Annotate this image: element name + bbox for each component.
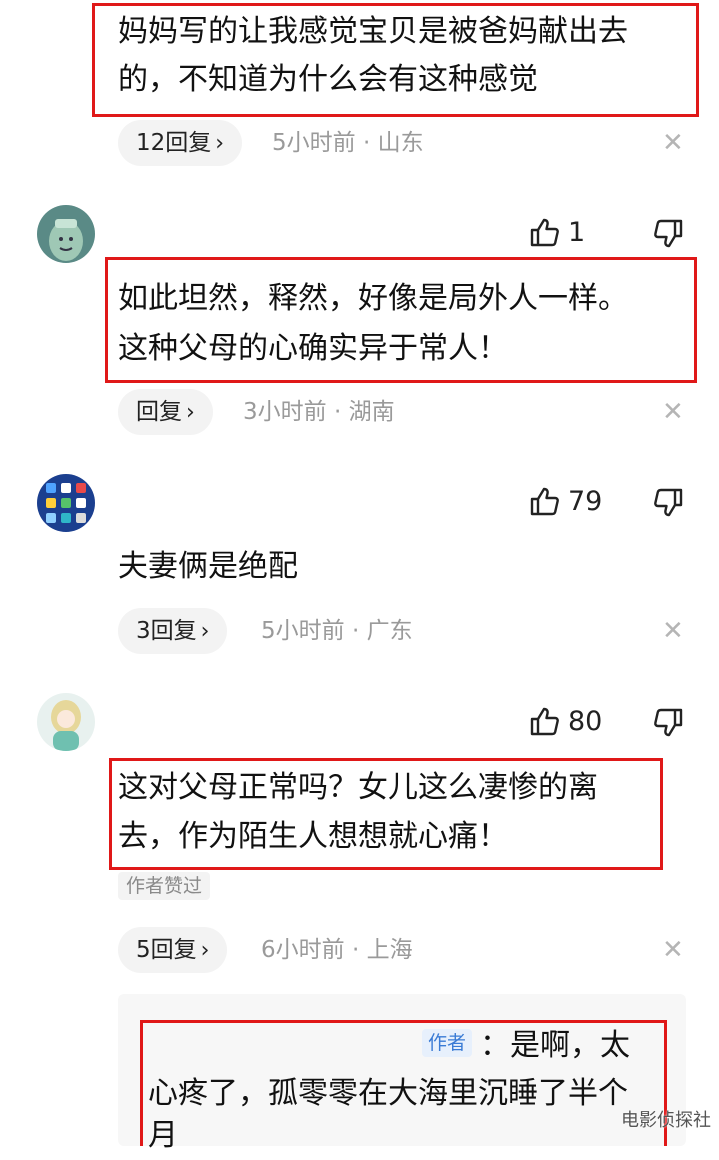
thumbs-up-icon bbox=[528, 485, 560, 517]
avatar[interactable] bbox=[37, 693, 95, 751]
comment-3-like-button[interactable]: 79 bbox=[528, 485, 602, 517]
comment-4-like-button[interactable]: 80 bbox=[528, 705, 602, 737]
comment-1-text-line-1: 妈妈写的让我感觉宝贝是被爸妈献出去 bbox=[118, 14, 628, 49]
reply-count-label: 回复 bbox=[136, 399, 182, 425]
close-icon[interactable]: ✕ bbox=[662, 120, 684, 166]
comment-4-meta: 6小时前 · 上海 bbox=[261, 937, 413, 963]
author-liked-badge: 作者赞过 bbox=[118, 872, 211, 900]
thumbs-up-icon bbox=[528, 705, 560, 737]
comment-1-reply-button[interactable]: 12回复 › bbox=[118, 120, 243, 166]
close-icon[interactable]: ✕ bbox=[662, 927, 684, 973]
author-reply-text-line-2: 月 bbox=[148, 1118, 178, 1153]
reply-count-label: 12回复 bbox=[136, 130, 212, 156]
reply-count-label: 5回复 bbox=[136, 937, 197, 963]
author-tag: 作者 bbox=[422, 1029, 473, 1057]
comment-3-reply-button[interactable]: 3回复 › bbox=[118, 608, 228, 654]
watermark: 电影侦探社 bbox=[621, 1110, 711, 1131]
author-reply-text-line-1: 心疼了，孤零零在大海里沉睡了半个 bbox=[148, 1076, 628, 1111]
thumbs-down-icon[interactable] bbox=[653, 218, 685, 250]
comment-3-text-line-1: 夫妻俩是绝配 bbox=[118, 549, 298, 584]
chevron-right-icon: › bbox=[200, 938, 210, 963]
comment-1-text-line-2: 的，不知道为什么会有这种感觉 bbox=[118, 62, 538, 97]
close-icon[interactable]: ✕ bbox=[662, 389, 684, 435]
comment-3-meta: 5小时前 · 广东 bbox=[261, 618, 413, 644]
close-icon[interactable]: ✕ bbox=[662, 608, 684, 654]
comment-2-text-line-1: 如此坦然，释然，好像是局外人一样。 bbox=[118, 281, 628, 316]
like-count: 80 bbox=[568, 705, 603, 737]
comment-2-reply-button[interactable]: 回复 › bbox=[118, 389, 213, 435]
reply-count-label: 3回复 bbox=[136, 618, 197, 644]
comment-4-text-line-1: 这对父母正常吗？女儿这么凄惨的离 bbox=[118, 770, 598, 805]
like-count: 1 bbox=[568, 216, 586, 248]
thumbs-down-icon[interactable] bbox=[653, 487, 685, 519]
comment-4-text-line-2: 去，作为陌生人想想就心痛！ bbox=[118, 819, 508, 854]
chevron-right-icon: › bbox=[200, 619, 210, 644]
comment-1-meta: 5小时前 · 山东 bbox=[272, 130, 424, 156]
author-reply-text-first: ：是啊，太 bbox=[480, 1028, 630, 1063]
chevron-right-icon: › bbox=[186, 400, 195, 425]
comment-4-reply-button[interactable]: 5回复 › bbox=[118, 927, 228, 973]
comment-2-text-line-2: 这种父母的心确实异于常人！ bbox=[118, 331, 508, 366]
avatar[interactable] bbox=[37, 474, 95, 532]
like-count: 79 bbox=[568, 485, 603, 517]
comment-2-like-button[interactable]: 1 bbox=[528, 216, 585, 248]
thumbs-up-icon bbox=[528, 216, 560, 248]
avatar[interactable] bbox=[37, 205, 95, 263]
thumbs-down-icon[interactable] bbox=[653, 707, 685, 739]
chevron-right-icon: › bbox=[215, 131, 225, 156]
comment-2-meta: 3小时前 · 湖南 bbox=[243, 399, 395, 425]
